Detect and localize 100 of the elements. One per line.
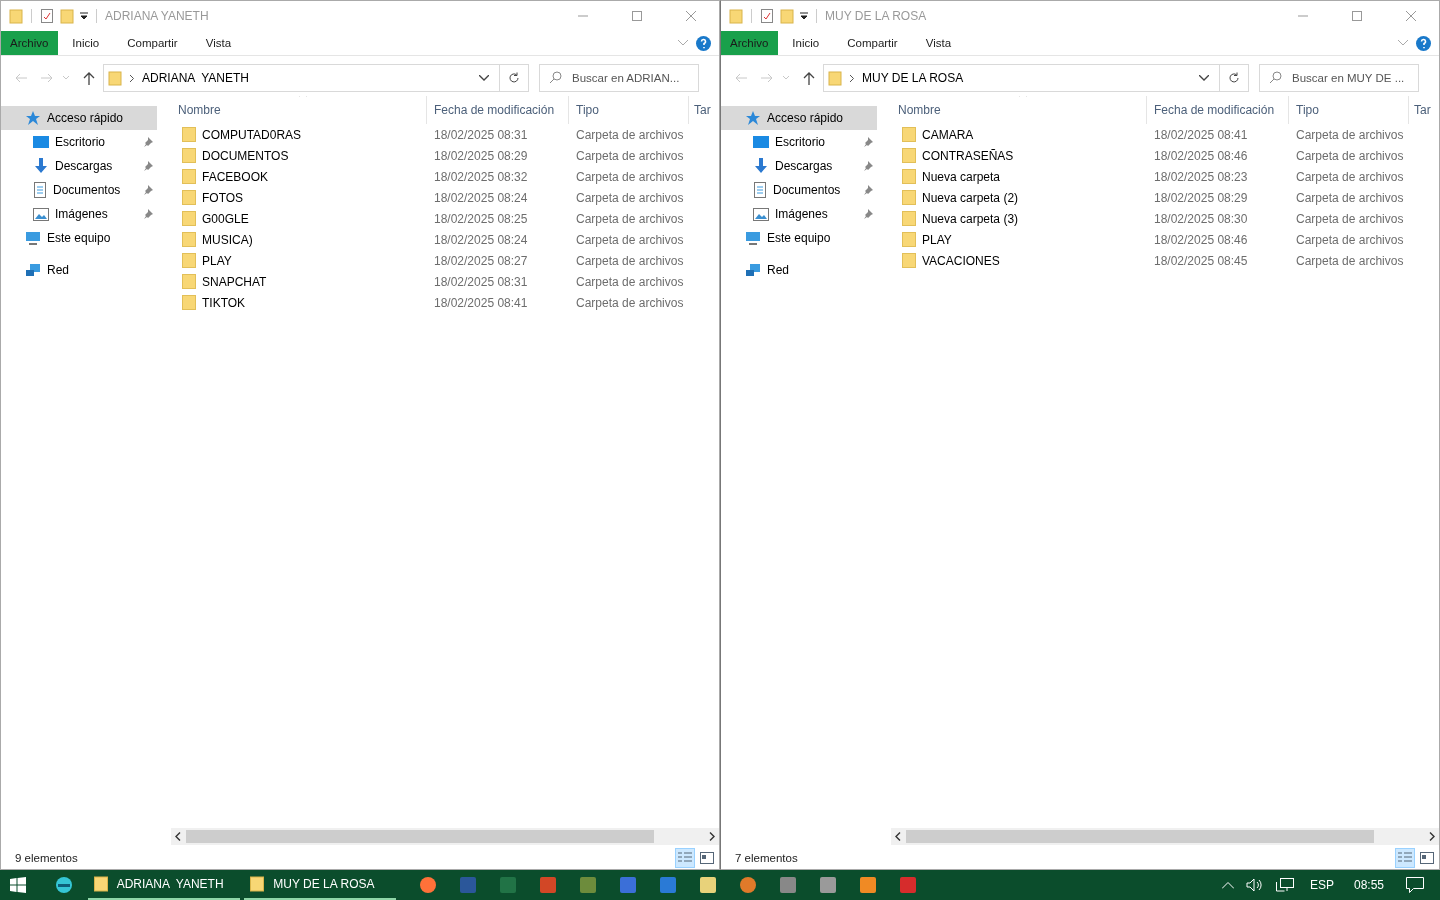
help-icon[interactable]: [696, 35, 711, 51]
scroll-left-icon[interactable]: [895, 832, 901, 841]
folder-icon: [902, 232, 916, 247]
column-header[interactable]: Tipo: [1289, 96, 1409, 124]
horizontal-scrollbar[interactable]: [171, 828, 719, 845]
scroll-right-icon[interactable]: [709, 832, 715, 841]
search-field[interactable]: Buscar en MUY DE ...: [1259, 64, 1419, 92]
speaker-icon[interactable]: [1245, 878, 1264, 892]
nav-item[interactable]: Escritorio: [1, 130, 157, 154]
app-icon[interactable]: [659, 876, 677, 894]
app-icon[interactable]: [859, 876, 877, 894]
nav-item[interactable]: Documentos: [721, 178, 877, 202]
notification-icon[interactable]: [1406, 877, 1424, 893]
search-field[interactable]: Buscar en ADRIAN...: [539, 64, 699, 92]
nav-item[interactable]: Red: [1, 258, 157, 282]
file-name-cell[interactable]: SNAPCHAT: [171, 274, 267, 289]
file-name-cell[interactable]: CONTRASEÑAS: [891, 148, 1014, 163]
column-header[interactable]: Tar: [1409, 96, 1437, 124]
file-name-cell[interactable]: TIKTOK: [171, 295, 246, 310]
file-name-cell[interactable]: VACACIONES: [891, 253, 1000, 268]
date-cell-text: 18/02/2025 08:46: [1153, 232, 1249, 247]
ribbon-tab[interactable]: Vista: [911, 31, 966, 55]
pin-icon[interactable]: [863, 137, 873, 147]
nav-item[interactable]: Acceso rápido: [721, 106, 877, 130]
maximize-icon[interactable]: [1351, 10, 1363, 22]
nav-label: Imágenes: [775, 207, 828, 221]
nav-item[interactable]: Red: [721, 258, 877, 282]
close-icon[interactable]: [685, 10, 697, 22]
column-header[interactable]: Fecha de modificación: [427, 96, 569, 124]
file-name-cell[interactable]: G00GLE: [171, 211, 249, 226]
file-name-cell[interactable]: FACEBOOK: [171, 169, 269, 184]
address-bar[interactable]: ADRIANA YANETH: [103, 64, 529, 92]
address-bar[interactable]: MUY DE LA ROSA: [823, 64, 1249, 92]
app-icon[interactable]: [619, 876, 637, 894]
checkbox-icon[interactable]: [40, 8, 54, 24]
pin-icon[interactable]: [863, 185, 873, 195]
column-header[interactable]: Nombre: [171, 96, 427, 124]
file-name-cell[interactable]: PLAY: [171, 253, 232, 268]
file-name-cell[interactable]: DOCUMENTOS: [171, 148, 289, 163]
nav-item[interactable]: Este equipo: [1, 226, 157, 250]
nav-item[interactable]: Este equipo: [721, 226, 877, 250]
file-name-cell[interactable]: PLAY: [891, 232, 952, 247]
ribbon-tab[interactable]: Compartir: [833, 31, 912, 55]
folder-icon: [182, 169, 196, 184]
nav-item[interactable]: Descargas: [721, 154, 877, 178]
app-icon[interactable]: [579, 876, 597, 894]
chevron-down-icon[interactable]: [479, 75, 489, 81]
app-icon[interactable]: [739, 876, 757, 894]
up-arrow-icon[interactable]: [83, 71, 95, 85]
nav-item[interactable]: Escritorio: [721, 130, 877, 154]
taskbar-window-button[interactable]: ADRIANA YANETH: [88, 870, 240, 900]
file-name-cell[interactable]: CAMARA: [891, 127, 974, 142]
chevron-down-icon[interactable]: [1199, 75, 1209, 81]
horizontal-scrollbar[interactable]: [891, 828, 1439, 845]
file-name-cell[interactable]: Nueva carpeta (2): [891, 190, 1019, 205]
type-cell-text: Carpeta de archivos: [575, 169, 685, 184]
scroll-right-icon[interactable]: [1429, 832, 1435, 841]
checkbox-icon[interactable]: [760, 8, 774, 24]
help-icon[interactable]: [1416, 35, 1431, 51]
up-arrow-icon[interactable]: [803, 71, 815, 85]
taskbar-window-button[interactable]: MUY DE LA ROSA: [244, 870, 396, 900]
pin-icon[interactable]: [863, 161, 873, 171]
dropdown-icon[interactable]: [80, 12, 88, 20]
chevron-up-icon[interactable]: [1221, 881, 1234, 889]
browser-icon[interactable]: [55, 876, 73, 894]
pin-icon[interactable]: [863, 209, 873, 219]
pin-icon[interactable]: [143, 137, 153, 147]
nav-item[interactable]: Acceso rápido: [1, 106, 157, 130]
file-name-cell[interactable]: MUSICA): [171, 232, 253, 247]
close-icon[interactable]: [1405, 10, 1417, 22]
ribbon-tab[interactable]: Vista: [191, 31, 246, 55]
windows-start-icon[interactable]: [10, 877, 26, 893]
scroll-left-icon[interactable]: [175, 832, 181, 841]
ribbon-tab[interactable]: Inicio: [58, 31, 114, 55]
nav-item[interactable]: Documentos: [1, 178, 157, 202]
pin-icon[interactable]: [143, 185, 153, 195]
scrollbar-thumb[interactable]: [186, 830, 654, 843]
scrollbar-thumb[interactable]: [906, 830, 1374, 843]
language-indicator[interactable]: ESP: [1309, 878, 1334, 892]
dropdown-icon[interactable]: [800, 12, 808, 20]
file-name-cell[interactable]: Nueva carpeta: [891, 169, 1001, 184]
pin-icon[interactable]: [143, 209, 153, 219]
network-icon[interactable]: [1275, 878, 1294, 892]
nav-item[interactable]: Imágenes: [1, 202, 157, 226]
column-header[interactable]: Fecha de modificación: [1147, 96, 1289, 124]
file-name-cell[interactable]: Nueva carpeta (3): [891, 211, 1019, 226]
app-icon[interactable]: [899, 876, 917, 894]
clock[interactable]: 08:55: [1353, 878, 1384, 892]
ribbon-tab[interactable]: Compartir: [113, 31, 192, 55]
file-name-cell[interactable]: FOTOS: [171, 190, 244, 205]
column-header[interactable]: Tar: [689, 96, 717, 124]
nav-item[interactable]: Imágenes: [721, 202, 877, 226]
column-header[interactable]: Tipo: [569, 96, 689, 124]
file-name-cell[interactable]: COMPUTAD0RAS: [171, 127, 302, 142]
column-header[interactable]: Nombre: [891, 96, 1147, 124]
nav-item[interactable]: Descargas: [1, 154, 157, 178]
pin-icon[interactable]: [143, 161, 153, 171]
maximize-icon[interactable]: [631, 10, 643, 22]
ribbon-tab[interactable]: Inicio: [778, 31, 834, 55]
date-cell-text: 18/02/2025 08:41: [1153, 127, 1249, 142]
